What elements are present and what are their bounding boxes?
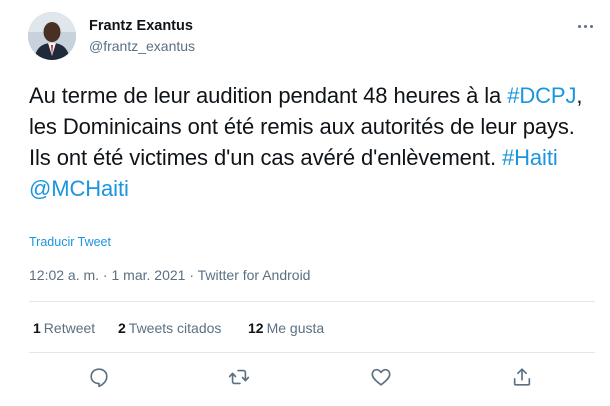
quote-tweets-stat[interactable]: 2 Tweets citados (118, 320, 221, 336)
author-handle[interactable]: @frantz_exantus (89, 38, 195, 54)
more-dot (577, 24, 581, 28)
mention-mchaiti-link[interactable]: @MCHaiti (29, 176, 129, 201)
tweet-date[interactable]: 1 mar. 2021 (112, 267, 186, 283)
meta-separator: · (185, 267, 198, 283)
reply-icon (90, 368, 108, 388)
more-dot (583, 24, 587, 28)
likes-stat[interactable]: 12 Me gusta (248, 320, 324, 336)
tweet-meta: 12:02 a. m. · 1 mar. 2021 · Twitter for … (29, 267, 310, 283)
user-avatar-icon (28, 12, 76, 60)
divider (29, 301, 595, 302)
retweets-stat[interactable]: 1 Retweet (33, 320, 95, 336)
like-button[interactable] (370, 366, 392, 388)
divider (29, 352, 595, 353)
tweet-text-part1: Au terme de leur audition pendant 48 heu… (29, 83, 502, 108)
like-icon (371, 368, 391, 386)
more-options-icon[interactable] (574, 16, 596, 36)
hashtag-dcpj-link[interactable]: #DCPJ (507, 83, 576, 108)
retweets-label: Retweet (43, 320, 96, 336)
quote-tweets-label: Tweets citados (128, 320, 222, 336)
more-dot (589, 24, 593, 28)
retweet-button[interactable] (228, 366, 250, 388)
meta-separator: · (99, 267, 112, 283)
reply-button[interactable] (88, 366, 110, 388)
quote-tweets-count: 2 (118, 320, 126, 336)
retweet-icon (228, 369, 250, 385)
author-avatar[interactable] (28, 12, 76, 60)
share-button[interactable] (511, 366, 533, 388)
author-name[interactable]: Frantz Exantus (89, 18, 193, 34)
tweet-time[interactable]: 12:02 a. m. (29, 267, 99, 283)
retweets-count: 1 (33, 320, 41, 336)
tweet-card: Frantz Exantus @frantz_exantus Au terme … (0, 0, 610, 406)
likes-count: 12 (248, 320, 264, 336)
tweet-text: Au terme de leur audition pendant 48 heu… (29, 80, 589, 204)
tweet-source[interactable]: Twitter for Android (198, 267, 311, 283)
share-icon (513, 368, 531, 386)
hashtag-haiti-link[interactable]: #Haiti (502, 145, 558, 170)
likes-label: Me gusta (266, 320, 325, 336)
translate-tweet-link[interactable]: Traducir Tweet (29, 235, 111, 249)
